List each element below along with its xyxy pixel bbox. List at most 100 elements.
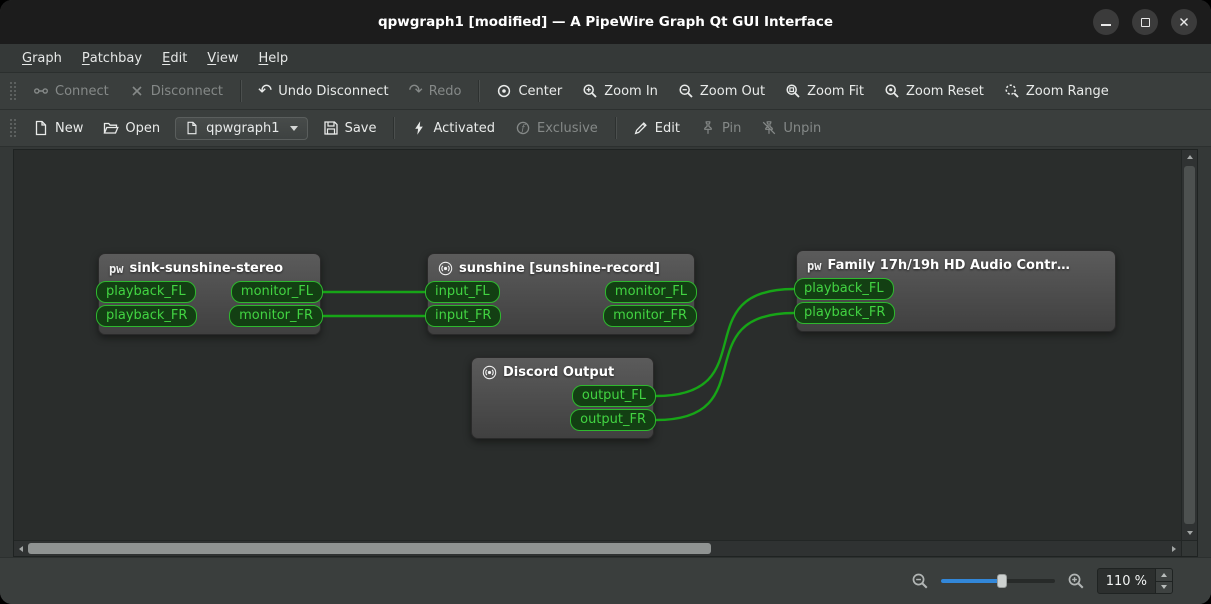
toolbar-handle[interactable] [10,119,16,137]
graph-node-sunshine[interactable]: sunshine [sunshine-record] input_FL inpu… [425,253,697,335]
graph-node-sink-sunshine-stereo[interactable]: pw sink-sunshine-stereo playback_FL play… [96,253,323,335]
zoom-in-button[interactable]: Zoom In [573,79,667,103]
window-controls [1093,0,1197,44]
port-playback-fl[interactable]: playback_FL [96,281,196,303]
port-playback-fr[interactable]: playback_FR [794,302,896,324]
exclusive-toggle[interactable]: f Exclusive [506,116,607,140]
arrow-up-icon [1161,572,1167,577]
new-patchbay-button[interactable]: New [24,116,92,140]
edit-toggle[interactable]: Edit [624,116,689,140]
pin-button[interactable]: Pin [691,116,750,140]
scroll-right-button[interactable] [1167,541,1181,556]
port-playback-fl[interactable]: playback_FL [794,278,894,300]
vertical-scrollbar[interactable] [1181,150,1197,540]
menu-help[interactable]: Help [248,44,298,72]
window-title: qpwgraph1 [modified] — A PipeWire Graph … [377,14,834,30]
hscroll-track[interactable] [28,541,1167,556]
zoom-range-icon [1005,84,1019,98]
open-patchbay-button[interactable]: Open [94,116,169,140]
zoom-slider[interactable] [940,571,1055,591]
port-monitor-fr[interactable]: monitor_FR [229,305,323,327]
unpin-button[interactable]: Unpin [752,116,830,140]
vscroll-thumb[interactable] [1184,166,1195,524]
maximize-button[interactable] [1132,9,1158,35]
zoom-range-button[interactable]: Zoom Range [995,79,1118,103]
disconnect-label: Disconnect [150,83,223,99]
scroll-left-button[interactable] [14,541,28,556]
pencil-icon [634,122,647,135]
undo-label: Undo Disconnect [278,83,389,99]
toolbar-handle[interactable] [10,82,16,100]
minimize-button[interactable] [1093,9,1119,35]
center-button[interactable]: Center [487,79,571,103]
lightning-bolt-icon [415,121,424,135]
menu-graph[interactable]: Graph [12,44,72,72]
graph-node-family-hd-audio[interactable]: pw Family 17h/19h HD Audio Contr… playba… [794,250,1116,332]
save-icon [323,121,338,135]
zoom-increment-button[interactable] [1156,569,1172,581]
toolbar-separator [478,80,480,102]
port-monitor-fl[interactable]: monitor_FL [230,281,323,303]
maximize-icon [1140,17,1150,27]
titlebar[interactable]: qpwgraph1 [modified] — A PipeWire Graph … [0,0,1211,44]
unpin-icon [763,121,776,135]
port-input-fr[interactable]: input_FR [425,305,502,327]
port-input-fl[interactable]: input_FL [425,281,500,303]
open-folder-icon [103,122,120,134]
node-title: Family 17h/19h HD Audio Contr… [827,258,1070,273]
zoom-spinbox[interactable]: 110 % [1096,568,1173,594]
port-playback-fr[interactable]: playback_FR [96,305,198,327]
new-file-icon [35,120,47,136]
menu-patchbay[interactable]: Patchbay [72,44,152,72]
zoom-decrement-button[interactable] [1156,580,1172,593]
pin-icon [704,121,712,134]
node-header: pw Family 17h/19h HD Audio Contr… [797,251,1115,278]
graph-canvas[interactable]: pw sink-sunshine-stereo playback_FL play… [14,150,1181,540]
toolbar-separator [393,117,395,139]
open-label: Open [125,120,161,136]
scroll-down-button[interactable] [1182,526,1197,540]
graph-node-discord-output[interactable]: Discord Output output_FL output_FR [471,357,656,439]
disconnect-button[interactable]: Disconnect [120,79,232,103]
activated-toggle[interactable]: Activated [402,116,504,140]
zoom-slider-handle[interactable] [997,574,1008,588]
zoom-in-icon [1068,573,1084,589]
zoom-reset-button[interactable]: Zoom Reset [875,79,993,103]
patchbay-toolbar: New Open qpwgraph1 Save Activated f Excl… [0,110,1211,147]
port-monitor-fr[interactable]: monitor_FR [603,305,697,327]
redo-button[interactable]: ↷ Redo [400,79,471,103]
port-monitor-fl[interactable]: monitor_FL [604,281,697,303]
vscroll-track[interactable] [1182,164,1197,526]
arrow-right-icon [1172,545,1176,552]
save-patchbay-button[interactable]: Save [314,116,386,140]
close-button[interactable] [1171,9,1197,35]
horizontal-scrollbar[interactable] [14,540,1181,556]
zoom-slider-fill [940,579,1003,583]
scrollbar-corner [1181,540,1197,556]
pin-label: Pin [721,120,742,136]
scroll-up-button[interactable] [1182,150,1197,164]
center-icon [498,84,511,98]
port-output-fl[interactable]: output_FL [571,385,656,407]
connect-button[interactable]: Connect [24,79,118,103]
port-output-fr[interactable]: output_FR [570,409,656,431]
zoom-out-button[interactable]: Zoom Out [669,79,774,103]
zoom-in-icon [583,84,597,98]
node-header: Discord Output [472,358,653,385]
hscroll-thumb[interactable] [28,543,712,554]
undo-icon: ↶ [257,81,273,101]
cables-layer [323,287,795,422]
connect-icon [34,88,49,94]
menu-edit[interactable]: Edit [152,44,197,72]
disconnect-icon [132,86,142,96]
undo-disconnect-button[interactable]: ↶ Undo Disconnect [249,79,398,103]
menu-view[interactable]: View [197,44,248,72]
arrow-down-icon [1186,531,1193,535]
patchbay-selector[interactable]: qpwgraph1 [175,116,308,140]
center-label: Center [518,83,563,99]
zoom-fit-button[interactable]: Zoom Fit [776,79,873,103]
zoom-in-label: Zoom In [604,83,658,99]
unpin-label: Unpin [783,120,822,136]
zoom-value[interactable]: 110 % [1098,569,1155,593]
exclusive-label: Exclusive [537,120,598,136]
